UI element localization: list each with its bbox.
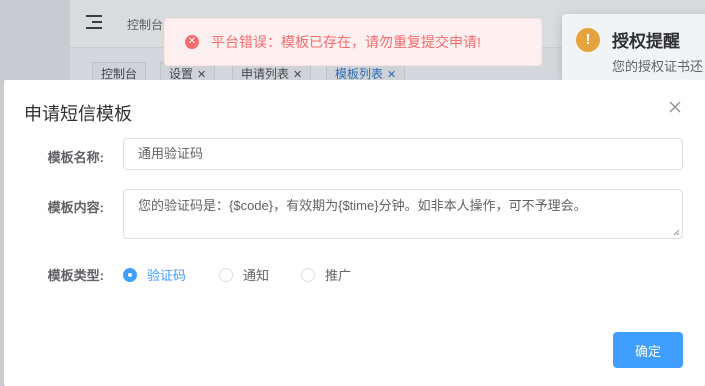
template-content-text: 您的验证码是：{$code}，有效期为{$time}分钟。如非本人操作，可不予理…: [138, 198, 587, 213]
radio-verification-code[interactable]: 验证码: [123, 265, 186, 284]
radio-promotion[interactable]: 推广: [301, 265, 351, 284]
error-message-text: 平台错误：模板已存在，请勿重复提交申请!: [211, 34, 481, 50]
menu-fold-icon[interactable]: [86, 14, 104, 30]
template-content-label: 模板内容:: [47, 200, 104, 215]
error-circle-icon: ✕: [185, 35, 199, 49]
license-notification: ! 授权提醒 您的授权证书还: [562, 14, 705, 84]
tab-label: 模板列表: [335, 67, 384, 81]
radio-label: 推广: [325, 268, 352, 283]
apply-sms-template-dialog: 申请短信模板 模板名称: 通用验证码 模板内容: 您的验证码是：{$code}，…: [4, 80, 705, 386]
radio-unchecked-icon: [301, 267, 315, 282]
radio-label: 通知: [243, 268, 270, 283]
close-icon[interactable]: [668, 100, 682, 114]
warning-icon: !: [576, 28, 600, 52]
notification-title: 授权提醒: [612, 32, 680, 51]
error-message-toast: ✕ 平台错误：模板已存在，请勿重复提交申请!: [164, 18, 542, 66]
radio-label: 验证码: [147, 268, 187, 283]
breadcrumb[interactable]: 控制台: [127, 16, 163, 33]
confirm-button[interactable]: 确定: [613, 332, 683, 368]
tab-label: 设置: [169, 67, 194, 81]
template-content-textarea[interactable]: 您的验证码是：{$code}，有效期为{$time}分钟。如非本人操作，可不予理…: [123, 189, 683, 239]
template-name-input[interactable]: 通用验证码: [123, 138, 683, 170]
notification-body: 您的授权证书还: [612, 59, 704, 74]
dialog-title: 申请短信模板: [24, 104, 132, 124]
radio-unchecked-icon: [219, 267, 233, 282]
template-name-label: 模板名称:: [47, 150, 104, 165]
template-type-label: 模板类型:: [47, 268, 104, 283]
resize-grip-icon[interactable]: [672, 228, 680, 236]
tab-label: 控制台: [101, 67, 138, 81]
radio-checked-icon: [123, 267, 137, 282]
radio-notification[interactable]: 通知: [219, 265, 269, 284]
tab-label: 申请列表: [241, 67, 290, 81]
